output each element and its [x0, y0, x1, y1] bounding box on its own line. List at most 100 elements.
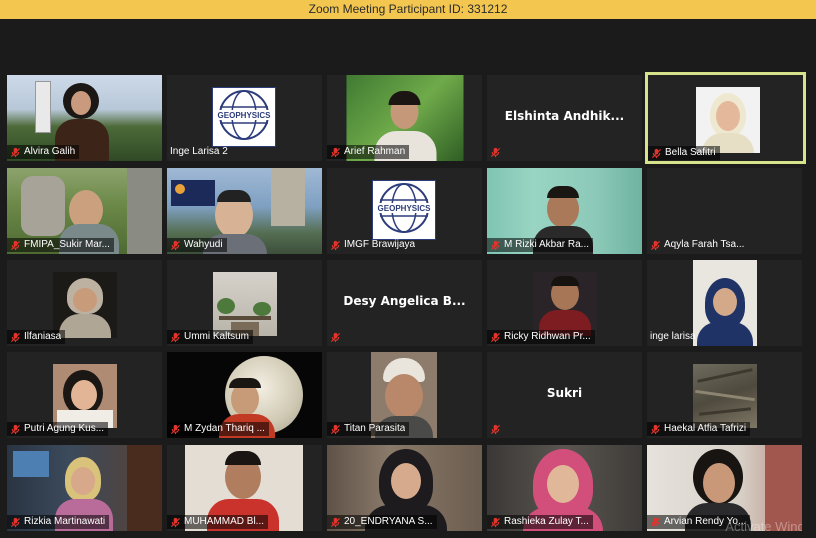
- participant-namebar: M Rizki Akbar Ra...: [487, 238, 594, 252]
- participant-namebar: 20_ENDRYANA S...: [327, 515, 437, 529]
- participant-namebar: Bella Safitri: [648, 146, 720, 160]
- logo-text: GEOPHYSICS: [218, 111, 272, 120]
- participant-namebar: Haekal Atfia Tafrizi: [647, 422, 751, 436]
- participant-namebar: Wahyudi: [167, 238, 227, 252]
- mic-muted-icon: [650, 424, 661, 434]
- window-title-bar: Zoom Meeting Participant ID: 331212: [0, 0, 816, 19]
- participant-name: Titan Parasita: [344, 423, 406, 434]
- participant-tile-22[interactable]: MUHAMMAD Bl...: [167, 445, 322, 531]
- participant-tile-1[interactable]: Alvira Galih: [7, 75, 162, 161]
- participant-namebar: [327, 330, 345, 344]
- participant-tile-12[interactable]: Ummi Kaltsum: [167, 260, 322, 346]
- participant-name: 20_ENDRYANA S...: [344, 516, 433, 527]
- mic-muted-icon: [490, 240, 501, 250]
- mic-muted-icon: [330, 424, 341, 434]
- participant-namebar: Rashieka Zulay T...: [487, 515, 593, 529]
- geophysics-logo: GEOPHYSICS: [372, 180, 436, 240]
- mic-muted-icon: [10, 332, 21, 342]
- participant-namebar: Ilfaniasa: [7, 330, 66, 344]
- participant-display-name: Sukri: [546, 386, 583, 400]
- participant-video: [696, 87, 760, 153]
- participant-namebar: Arief Rahman: [327, 145, 410, 159]
- participant-tile-16[interactable]: Putri Agung Kus...: [7, 352, 162, 438]
- participant-tile-9[interactable]: M Rizki Akbar Ra...: [487, 168, 642, 254]
- participant-tile-14[interactable]: Ricky Ridhwan Pr...: [487, 260, 642, 346]
- geophysics-logo: GEOPHYSICS: [212, 87, 276, 147]
- participant-tile-13[interactable]: Desy Angelica B...: [327, 260, 482, 346]
- logo-text: GEOPHYSICS: [378, 204, 432, 213]
- participant-tile-8[interactable]: GEOPHYSICS IMGF Brawijaya: [327, 168, 482, 254]
- participant-tile-7[interactable]: Wahyudi: [167, 168, 322, 254]
- mic-muted-icon: [10, 240, 21, 250]
- mic-muted-icon: [330, 517, 341, 527]
- activation-watermark: Activate Windo: [725, 519, 802, 531]
- participant-namebar: Rizkia Martinawati: [7, 515, 110, 529]
- mic-muted-icon: [650, 240, 661, 250]
- participant-name: Rizkia Martinawati: [24, 516, 106, 527]
- participant-name: inge larisa: [650, 331, 696, 342]
- participant-tile-25[interactable]: Arvian Rendy Yo... Activate Windo: [647, 445, 802, 531]
- participant-tile-24[interactable]: Rashieka Zulay T...: [487, 445, 642, 531]
- mic-muted-icon: [170, 332, 181, 342]
- mic-muted-icon: [10, 147, 21, 157]
- participant-name: Alvira Galih: [24, 146, 76, 157]
- participant-namebar: M Zydan Thariq ...: [167, 422, 269, 436]
- participant-video: [693, 260, 757, 346]
- participant-tile-4[interactable]: Elshinta Andhik...: [487, 75, 642, 161]
- participant-display-name: Desy Angelica B...: [343, 294, 466, 308]
- participant-namebar: [487, 145, 505, 159]
- mic-muted-icon: [330, 147, 341, 157]
- participant-name: Haekal Atfia Tafrizi: [664, 423, 747, 434]
- window-title: Zoom Meeting Participant ID: 331212: [308, 2, 508, 16]
- mic-muted-icon: [490, 332, 501, 342]
- participant-namebar: Putri Agung Kus...: [7, 422, 109, 436]
- participant-tile-23[interactable]: 20_ENDRYANA S...: [327, 445, 482, 531]
- participant-tile-21[interactable]: Rizkia Martinawati: [7, 445, 162, 531]
- participant-tile-20[interactable]: Haekal Atfia Tafrizi: [647, 352, 802, 438]
- participant-name: Arief Rahman: [344, 146, 406, 157]
- participant-video: [533, 272, 597, 336]
- participant-tile-5[interactable]: Bella Safitri: [645, 72, 806, 164]
- participant-tile-11[interactable]: Ilfaniasa: [7, 260, 162, 346]
- participant-tile-3[interactable]: Arief Rahman: [327, 75, 482, 161]
- participant-name: Inge Larisa 2: [170, 146, 228, 157]
- participant-video: [53, 272, 117, 338]
- mic-muted-icon: [490, 424, 501, 434]
- mic-muted-icon: [490, 517, 501, 527]
- participant-name: M Zydan Thariq ...: [184, 423, 265, 434]
- mic-muted-icon: [490, 147, 501, 157]
- participant-namebar: inge larisa: [647, 330, 700, 344]
- participant-display-name: Elshinta Andhik...: [504, 109, 625, 123]
- participant-tile-17[interactable]: M Zydan Thariq ...: [167, 352, 322, 438]
- participant-name: Rashieka Zulay T...: [504, 516, 589, 527]
- participant-namebar: IMGF Brawijaya: [327, 238, 419, 252]
- participant-namebar: FMIPA_Sukir Mar...: [7, 238, 114, 252]
- participant-name: IMGF Brawijaya: [344, 239, 416, 250]
- participant-tile-6[interactable]: FMIPA_Sukir Mar...: [7, 168, 162, 254]
- participant-tile-2[interactable]: GEOPHYSICS Inge Larisa 2: [167, 75, 322, 161]
- participant-name: FMIPA_Sukir Mar...: [24, 239, 110, 250]
- mic-muted-icon: [10, 424, 21, 434]
- mic-muted-icon: [10, 517, 21, 527]
- participant-namebar: Titan Parasita: [327, 422, 410, 436]
- participant-video: [213, 272, 277, 336]
- participant-video: [693, 364, 757, 428]
- mic-muted-icon: [651, 148, 662, 158]
- participant-name: Ricky Ridhwan Pr...: [504, 331, 591, 342]
- participant-name: MUHAMMAD Bl...: [184, 516, 264, 527]
- participant-name: Ilfaniasa: [24, 331, 62, 342]
- participant-video: [53, 364, 117, 428]
- participant-name: M Rizki Akbar Ra...: [504, 239, 590, 250]
- participant-tile-19[interactable]: Sukri: [487, 352, 642, 438]
- participant-namebar: Ummi Kaltsum: [167, 330, 254, 344]
- participant-name: Bella Safitri: [665, 147, 716, 158]
- participant-name: Aqyla Farah Tsa...: [664, 239, 745, 250]
- mic-muted-icon: [650, 517, 661, 527]
- participant-tile-10[interactable]: Aqyla Farah Tsa...: [647, 168, 802, 254]
- mic-muted-icon: [170, 240, 181, 250]
- mic-muted-icon: [170, 424, 181, 434]
- participant-namebar: Inge Larisa 2: [167, 145, 232, 159]
- participant-tile-15[interactable]: inge larisa: [647, 260, 802, 346]
- participant-namebar: Ricky Ridhwan Pr...: [487, 330, 595, 344]
- participant-tile-18[interactable]: Titan Parasita: [327, 352, 482, 438]
